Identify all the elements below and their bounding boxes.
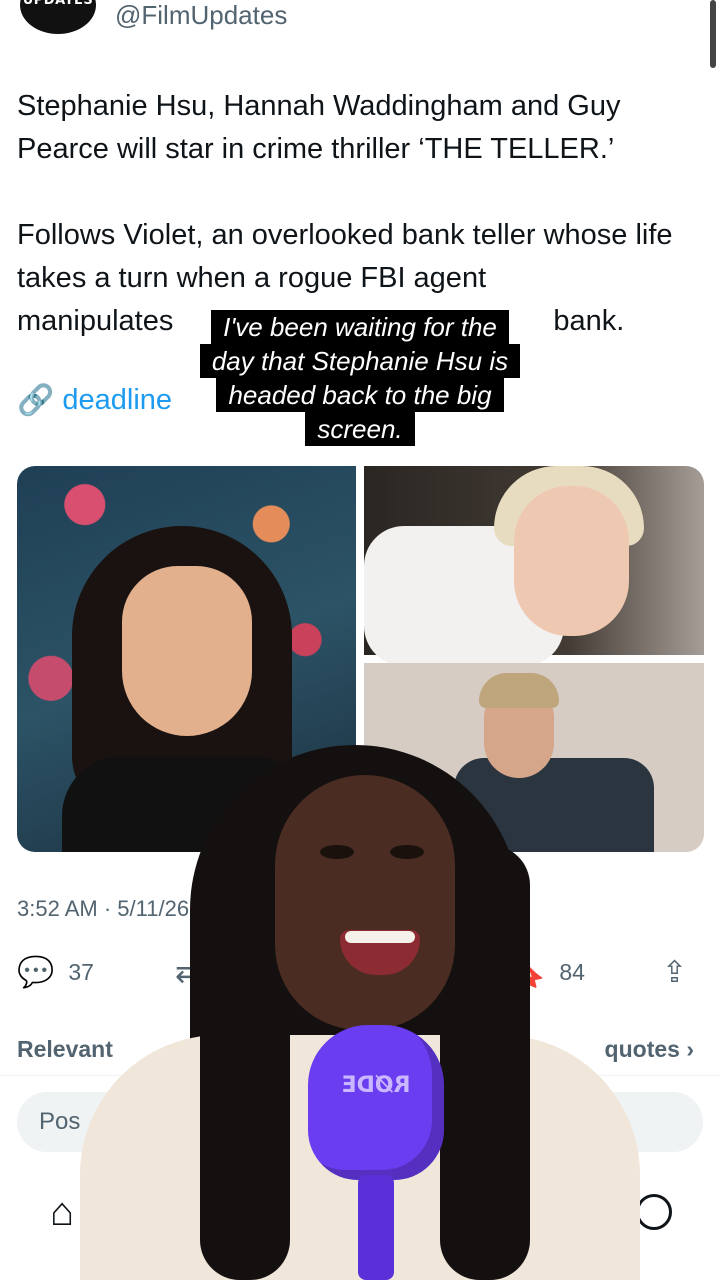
avatar[interactable]: UPDATES	[20, 0, 96, 34]
reply-placeholder: Pos	[39, 1108, 81, 1135]
caption-line-4: screen.	[305, 412, 415, 446]
user-handle[interactable]: @FilmUpdates	[115, 0, 287, 31]
tweet-header: UPDATES @FilmUpdates	[0, 0, 720, 40]
microphone-handle	[358, 1175, 394, 1280]
chevron-right-icon: ›	[686, 1036, 694, 1062]
microphone: RØDE	[308, 1025, 444, 1180]
video-caption: I've been waiting for the day that Steph…	[0, 310, 720, 446]
tweet-paragraph-1: Stephanie Hsu, Hannah Waddingham and Guy…	[17, 90, 621, 165]
tweet-paragraph-2-start: Follows Violet, an overlooked bank telle…	[17, 219, 673, 294]
tweet-body: Stephanie Hsu, Hannah Waddingham and Guy…	[17, 85, 707, 343]
share-icon: ⇪	[662, 956, 688, 989]
reply-icon: 💬	[17, 956, 55, 989]
share-button[interactable]: ⇪	[662, 955, 701, 990]
mic-brand-logo: RØDE	[341, 1073, 411, 1098]
nav-circle-icon[interactable]	[636, 1194, 672, 1230]
avatar-text: UPDATES	[22, 0, 94, 8]
caption-line-2: day that Stephanie Hsu is	[199, 344, 521, 378]
caption-line-1: I've been waiting for the	[211, 310, 509, 344]
presenter-overlay: RØDE	[80, 745, 640, 1280]
home-icon[interactable]: ⌂	[50, 1190, 74, 1235]
scrollbar[interactable]	[710, 0, 716, 68]
presenter-face	[275, 775, 455, 1030]
caption-line-3: headed back to the big	[216, 378, 504, 412]
photo-hannah-waddingham[interactable]	[364, 466, 704, 666]
